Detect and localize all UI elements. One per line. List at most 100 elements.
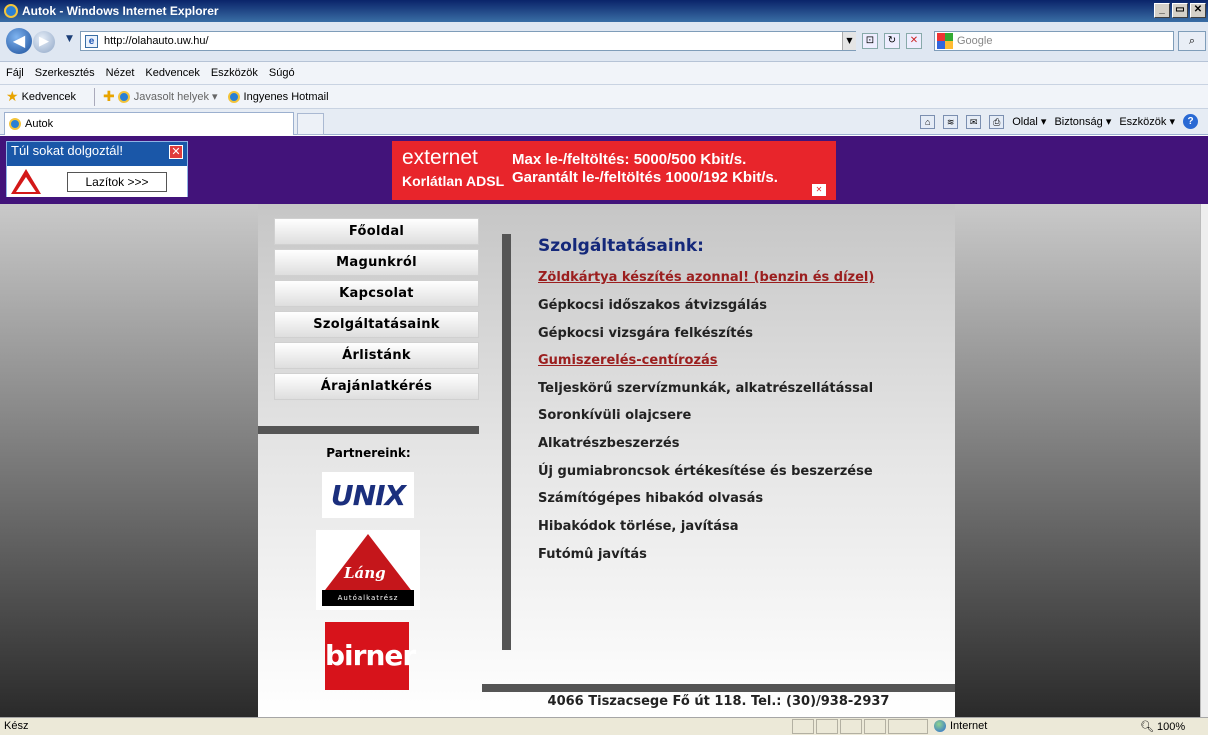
- service-link[interactable]: Zöldkártya készítés azonnal! (benzin és …: [538, 270, 874, 285]
- ad-line-1: Max le-/feltöltés: 5000/500 Kbit/s.: [512, 151, 747, 168]
- help-icon[interactable]: ?: [1183, 114, 1198, 129]
- service-item: Soronkívüli olajcsere: [538, 408, 692, 423]
- tab-autok[interactable]: Autok: [4, 112, 294, 135]
- zone-label: Internet: [950, 720, 988, 732]
- url-field[interactable]: e http://olahauto.uw.hu/: [80, 31, 856, 51]
- google-icon: [937, 33, 953, 49]
- new-tab-button[interactable]: [297, 113, 324, 135]
- nav-home[interactable]: Főoldal: [274, 218, 479, 245]
- ad-brand: externet: [402, 146, 478, 169]
- status-cell: [888, 719, 928, 734]
- window-title: Autok - Windows Internet Explorer: [22, 4, 219, 18]
- promo-bottom: Lazítok >>>: [7, 166, 187, 197]
- nav-contact[interactable]: Kapcsolat: [274, 280, 479, 307]
- mail-icon[interactable]: ✉: [966, 114, 982, 129]
- content-area: Főoldal Magunkról Kapcsolat Szolgáltatás…: [258, 204, 955, 717]
- url-dropdown-icon[interactable]: ▼: [842, 32, 856, 50]
- birner-logo[interactable]: birner: [325, 622, 416, 690]
- add-favorite-icon[interactable]: ✚: [103, 88, 115, 105]
- tools-menu[interactable]: Eszközök ▾: [1119, 115, 1175, 128]
- maximize-button[interactable]: ▭: [1172, 3, 1188, 18]
- ad-close-icon[interactable]: ✕: [812, 184, 826, 196]
- menu-edit[interactable]: Szerkesztés: [35, 67, 95, 79]
- ad-line-2: Garantált le-/feltöltés 1000/192 Kbit/s.: [512, 169, 778, 186]
- promo-box: Túl sokat dolgoztál! ✕ Lazítok >>>: [6, 141, 188, 197]
- nav-services[interactable]: Szolgáltatásaink: [274, 311, 479, 338]
- nav-pricelist[interactable]: Árlistánk: [274, 342, 479, 369]
- zoom-value: 100%: [1157, 721, 1186, 733]
- status-cell: [816, 719, 838, 734]
- search-button[interactable]: ⌕: [1178, 31, 1206, 51]
- footer-divider: [482, 684, 955, 692]
- service-item: Alkatrészbeszerzés: [538, 436, 680, 451]
- status-cell: [840, 719, 862, 734]
- unix-logo[interactable]: UNIX: [322, 472, 414, 518]
- unix-logo-text: UNIX: [330, 478, 406, 512]
- search-input[interactable]: Google: [934, 31, 1174, 51]
- ie-icon: [227, 90, 240, 103]
- close-button[interactable]: ✕: [1190, 3, 1206, 18]
- divider: [258, 426, 479, 434]
- url-text: http://olahauto.uw.hu/: [104, 35, 209, 47]
- vertical-divider: [502, 234, 511, 650]
- favorites-bar: ★ Kedvencek ✚ Javasolt helyek ▾ Ingyenes…: [0, 85, 1208, 109]
- lang-subtitle: Autóalkatrész: [322, 590, 414, 606]
- ad-subtitle: Korlátlan ADSL: [402, 173, 505, 189]
- protected-mode-icon[interactable]: [864, 719, 886, 734]
- zoom-level[interactable]: 🔍︎ 100%: [1140, 720, 1185, 733]
- menu-favorites[interactable]: Kedvencek: [145, 67, 199, 79]
- compatibility-icon[interactable]: ⊡: [862, 33, 878, 49]
- page-menu[interactable]: Oldal ▾: [1012, 115, 1046, 128]
- search-placeholder: Google: [957, 35, 993, 47]
- print-icon[interactable]: ⎙: [989, 114, 1005, 129]
- service-item: Hibakódok törlése, javítása: [538, 519, 739, 534]
- refresh-icon[interactable]: ↻: [884, 33, 900, 49]
- service-item: Gépkocsi vizsgára felkészítés: [538, 326, 754, 341]
- menu-help[interactable]: Súgó: [269, 67, 295, 79]
- lang-logo[interactable]: Láng Autóalkatrész: [316, 530, 420, 610]
- back-button[interactable]: ◀: [6, 28, 32, 54]
- service-item: Számítógépes hibakód olvasás: [538, 491, 764, 506]
- ad-banner: Túl sokat dolgoztál! ✕ Lazítok >>> exter…: [0, 136, 1208, 204]
- page-body: Főoldal Magunkról Kapcsolat Szolgáltatás…: [0, 204, 1200, 717]
- footer-address: 4066 Tiszacsege Fő út 118. Tel.: (30)/93…: [547, 694, 890, 709]
- service-link[interactable]: Gumiszerelés-centírozás: [538, 353, 718, 368]
- menu-bar: Fájl Szerkesztés Nézet Kedvencek Eszközö…: [0, 62, 1208, 85]
- status-cell: [792, 719, 814, 734]
- hotmail-link[interactable]: Ingyenes Hotmail: [227, 90, 329, 103]
- suggested-sites[interactable]: Javasolt helyek ▾: [117, 90, 218, 103]
- divider: [94, 87, 95, 106]
- safety-menu[interactable]: Biztonság ▾: [1054, 115, 1111, 128]
- minimize-button[interactable]: _: [1154, 3, 1170, 18]
- lang-logo-text: Láng: [344, 564, 386, 582]
- nav-quote[interactable]: Árajánlatkérés: [274, 373, 479, 400]
- history-dropdown-icon[interactable]: ▼: [66, 34, 73, 44]
- security-zone[interactable]: Internet: [934, 720, 987, 732]
- forward-button[interactable]: ▶: [33, 31, 55, 53]
- close-icon[interactable]: ✕: [169, 145, 183, 159]
- relax-button[interactable]: Lazítok >>>: [67, 172, 167, 192]
- feeds-icon[interactable]: ≋: [943, 114, 959, 129]
- menu-view[interactable]: Nézet: [106, 67, 135, 79]
- nav-about[interactable]: Magunkról: [274, 249, 479, 276]
- menu-file[interactable]: Fájl: [6, 67, 24, 79]
- favorites-label: Kedvencek: [21, 90, 76, 103]
- promo-text: Túl sokat dolgoztál!: [11, 143, 124, 158]
- vertical-scrollbar[interactable]: [1200, 204, 1208, 717]
- ie-logo-icon: [4, 4, 18, 18]
- services-title: Szolgáltatásaink:: [538, 236, 704, 256]
- status-bar: Kész Internet 🔍︎ 100%: [0, 717, 1208, 735]
- tab-row: Autok ⌂ ≋ ✉ ⎙ Oldal ▾ Biztonság ▾ Eszköz…: [0, 109, 1208, 135]
- home-icon[interactable]: ⌂: [920, 114, 936, 129]
- star-icon: ★: [6, 88, 19, 104]
- address-bar: ◀ ▶ ▼ e http://olahauto.uw.hu/ ▼ ⊡ ↻ ✕ G…: [0, 22, 1208, 62]
- stop-icon[interactable]: ✕: [906, 33, 922, 49]
- suggested-sites-label: Javasolt helyek ▾: [133, 91, 218, 103]
- globe-icon: [934, 720, 946, 732]
- menu-tools[interactable]: Eszközök: [211, 67, 258, 79]
- favorites-button[interactable]: ★ Kedvencek: [6, 88, 76, 105]
- ie-icon: [9, 118, 21, 130]
- externet-ad[interactable]: externet Korlátlan ADSL Max le-/feltölté…: [392, 141, 836, 200]
- partners-label: Partnereink:: [326, 446, 411, 460]
- service-item: Teljeskörű szervízmunkák, alkatrészellát…: [538, 381, 874, 396]
